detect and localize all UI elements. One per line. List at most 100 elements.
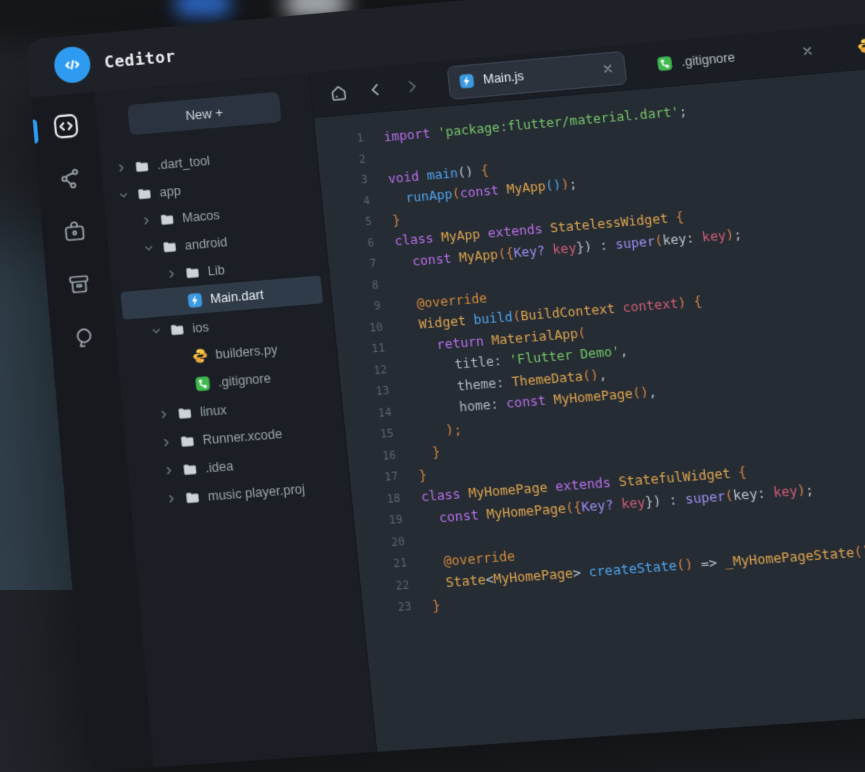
active-tab-indicator [33,119,39,143]
chevron-right-icon [165,268,177,280]
line-number: 10 [335,319,404,337]
code-editor[interactable]: 1import 'package:flutter/material.dart';… [314,45,865,751]
line-number: 7 [328,256,397,274]
chevron-right-icon [140,215,152,227]
tree-item-label: .dart_tool [156,153,210,172]
file-tree: .dart_toolappMacos android Lib Main.dartios… [108,138,342,515]
code-text: } [416,444,441,462]
indent-spacer [169,301,180,302]
activity-item-lightbulb[interactable] [68,324,99,355]
folder-icon [136,185,154,203]
line-number: 6 [326,235,395,253]
chevron-right-icon [160,436,172,448]
line-number: 17 [350,469,420,487]
chevron-down-icon [118,189,130,201]
tree-item-label: linux [199,402,227,419]
tree-item-label: .gitignore [217,371,271,390]
home-icon [327,82,348,103]
git-branch-icon [57,165,84,196]
folder-icon [183,488,201,506]
close-tab-button[interactable] [600,61,616,76]
activity-item-git-branch[interactable] [55,166,86,197]
folder-icon [184,263,202,281]
folder-icon [158,210,176,228]
line-number: 8 [330,277,399,295]
window-body: New + .dart_toolappMacos android Lib Main.d… [31,0,865,772]
code-text: ); [414,421,463,440]
line-number: 9 [333,298,402,316]
chevron-down-icon [143,242,155,254]
back-button[interactable] [361,76,388,102]
folder-icon [161,238,179,256]
code-text: } [432,597,442,614]
folder-icon [178,432,196,450]
line-number: 20 [356,534,426,552]
code-text: } [392,212,401,228]
tree-item-label: app [159,183,181,199]
code-logo-icon [60,53,84,77]
chevron-right-icon [401,76,422,97]
lightbulb-icon [70,324,97,356]
line-number: 13 [341,383,411,401]
activity-item-code[interactable] [51,114,81,145]
indent-spacer [174,357,185,358]
folder-icon [133,157,151,175]
line-number: 12 [339,362,409,380]
python-file-icon [856,37,865,55]
tree-item-label: builders.py [215,342,278,361]
line-number: 23 [363,599,433,617]
line-number: 11 [337,341,406,359]
folder-icon [176,404,194,422]
chevron-right-icon [158,408,170,420]
new-file-button[interactable]: New + [127,92,281,136]
dart-file-icon [186,291,204,309]
line-number: 3 [320,172,389,190]
forward-button[interactable] [398,73,425,99]
line-number: 19 [354,512,424,530]
home-button[interactable] [325,79,352,105]
line-number: 15 [345,426,415,444]
line-number: 16 [347,447,417,465]
folder-icon [168,320,186,338]
tree-item-label: Main.dart [210,287,265,306]
activity-item-briefcase[interactable] [59,218,90,249]
activity-item-archive[interactable] [64,271,95,302]
chevron-right-icon [115,162,127,174]
editor-pane: Main.js.gitignorebuilders.py 1import 'pa… [309,0,865,752]
briefcase-icon [61,218,88,249]
line-number: 18 [352,491,422,509]
chevron-right-icon [163,464,175,476]
tree-item-label: ios [192,319,210,335]
app-logo [53,45,92,84]
tree-item-label: Macos [182,207,221,224]
tree-item-label: music player.proj [207,481,305,503]
indent-spacer [176,384,187,385]
tab-label: Main.js [482,69,524,87]
line-number: 2 [318,151,387,169]
folder-icon [181,460,199,478]
chevron-left-icon [364,79,385,100]
line-number: 22 [360,577,430,595]
git-file-icon [656,55,675,73]
close-tab-button[interactable] [799,43,815,59]
tree-item-label: Lib [207,262,225,278]
chevron-down-icon [150,325,162,337]
tree-item-label: .idea [205,458,234,475]
app-window: Ceditor New + .dart_toolappMacos android L… [26,0,865,772]
line-number: 5 [324,214,393,232]
line-number: 14 [343,405,413,423]
tree-item-label: Runner.xcode [202,426,283,447]
chevron-right-icon [165,493,177,505]
code-icon [50,110,82,147]
background-blob [176,0,230,16]
line-number: 21 [358,556,428,574]
app-title: Ceditor [103,46,176,71]
tab-label: .gitignore [681,50,736,69]
code-text: } [418,467,427,483]
dart-file-icon [458,72,476,90]
line-number: 1 [316,131,385,149]
archive-icon [66,271,93,303]
tree-item-label: android [184,234,228,252]
python-file-icon [191,346,209,364]
line-number: 4 [322,193,391,211]
